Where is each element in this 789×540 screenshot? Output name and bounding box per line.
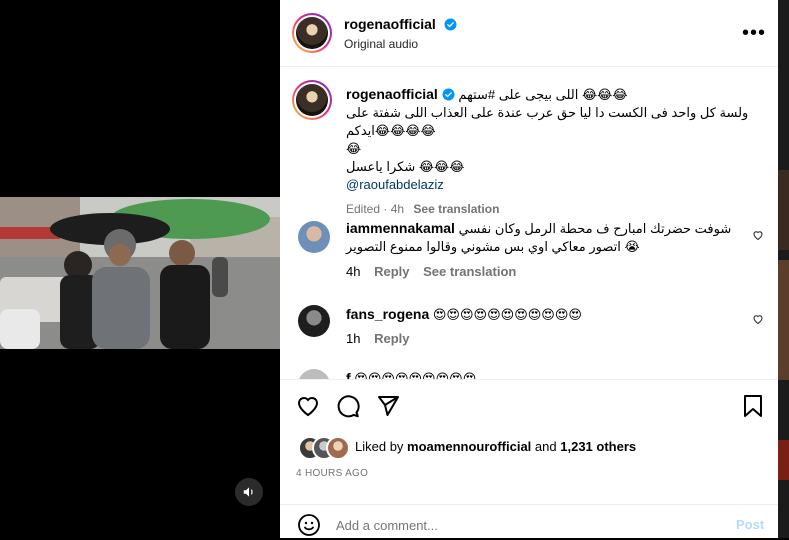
comment-text: 😍😍😍😍😍😍😍😍😍😍😍 xyxy=(432,307,582,322)
post-comment-button[interactable]: Post xyxy=(736,517,764,532)
commenter-avatar[interactable] xyxy=(298,369,330,379)
comment-text: 😍😍😍😍😍😍😍😍😍 xyxy=(354,371,477,379)
caption-username[interactable]: rogenaofficial xyxy=(346,86,438,102)
emoji-smiley-icon[interactable] xyxy=(297,513,321,537)
caption-line-1: اللى بيجى على #ستهم 😂😂😂 xyxy=(458,87,628,102)
comment-item: f 😍😍😍😍😍😍😍😍😍 xyxy=(298,369,768,379)
share-paper-plane-icon[interactable] xyxy=(376,394,400,418)
like-heart-icon[interactable] xyxy=(296,394,320,418)
comment-age: 1h xyxy=(346,331,361,346)
more-options-icon[interactable]: ••• xyxy=(742,22,766,45)
post-actions: Liked by moamennourofficial and 1,231 ot… xyxy=(280,379,778,538)
liker-avatar[interactable] xyxy=(326,436,350,460)
add-comment-bar: Post xyxy=(280,504,778,540)
caption-line-3: 😂 xyxy=(346,141,362,156)
author-avatar[interactable] xyxy=(292,13,332,53)
caption-line-2: ولسة كل واحد فى الكست دا ليا حق عرب عندة… xyxy=(346,105,749,138)
post-caption: rogenaofficial اللى بيجى على #ستهم 😂😂😂 و… xyxy=(346,85,756,218)
post-detail-panel: rogenaofficial Original audio ••• rogena… xyxy=(280,0,778,538)
author-username[interactable]: rogenaofficial xyxy=(344,16,436,32)
post-timestamp[interactable]: 4 HOURS AGO xyxy=(296,468,368,479)
verified-badge-icon xyxy=(444,18,457,31)
comment-username[interactable]: f xyxy=(346,370,351,379)
commenter-avatar[interactable] xyxy=(298,221,330,253)
speaker-icon xyxy=(243,487,253,497)
verified-badge-icon xyxy=(442,88,455,101)
background-next-post xyxy=(778,0,789,538)
audio-link[interactable]: Original audio xyxy=(344,37,418,51)
caption-author-avatar[interactable] xyxy=(292,80,332,120)
comment-see-translation[interactable]: See translation xyxy=(423,264,516,279)
like-comment-heart-icon[interactable] xyxy=(752,229,764,241)
post-media[interactable] xyxy=(0,0,280,538)
comment-username[interactable]: iammennakamal xyxy=(346,220,455,236)
comment-input[interactable] xyxy=(334,513,718,537)
comment-username[interactable]: fans_rogena xyxy=(346,306,429,322)
mute-toggle-button[interactable] xyxy=(235,478,263,506)
save-bookmark-icon[interactable] xyxy=(742,394,764,418)
post-header: rogenaofficial Original audio ••• xyxy=(280,0,778,67)
caption-see-translation[interactable]: See translation xyxy=(413,202,499,216)
reply-button[interactable]: Reply xyxy=(374,331,409,346)
comment-age: 4h xyxy=(346,264,361,279)
commenter-avatar[interactable] xyxy=(298,305,330,337)
liked-and-label: and xyxy=(534,439,557,454)
comment-bubble-icon[interactable] xyxy=(336,394,360,418)
caption-line-4: شكرا ياعسل 😂😂😂 xyxy=(346,159,465,174)
photo-scene xyxy=(0,197,280,349)
liked-by-label: Liked by xyxy=(355,439,404,454)
caption-mention-link[interactable]: @raoufabdelaziz xyxy=(346,176,756,194)
liked-by-user[interactable]: moamennourofficial xyxy=(407,439,531,454)
like-comment-heart-icon[interactable] xyxy=(752,313,764,325)
liked-others-link[interactable]: 1,231 others xyxy=(560,439,636,454)
comment-item: fans_rogena 😍😍😍😍😍😍😍😍😍😍😍 1h Reply xyxy=(298,305,768,355)
post-photo xyxy=(0,197,280,349)
comments-scroll-area[interactable]: rogenaofficial اللى بيجى على #ستهم 😂😂😂 و… xyxy=(280,67,778,379)
caption-edited-time: Edited · 4h xyxy=(346,202,405,216)
comment-item: iammennakamal شوفت حضرتك امبارح ف محطة ا… xyxy=(298,219,768,289)
reply-button[interactable]: Reply xyxy=(374,264,409,279)
